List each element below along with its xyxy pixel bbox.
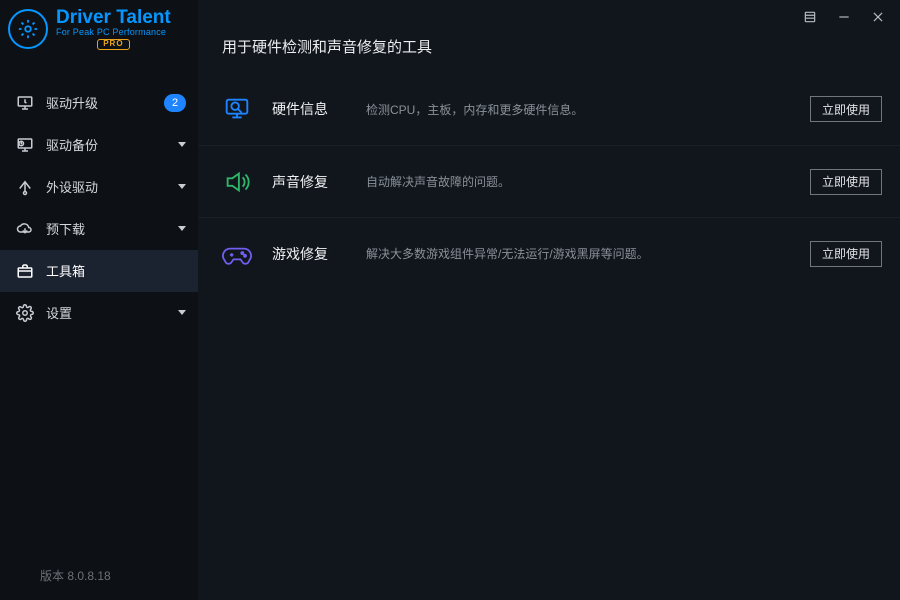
app-title: Driver Talent xyxy=(56,8,171,28)
tool-name: 游戏修复 xyxy=(256,244,366,264)
tool-name: 声音修复 xyxy=(256,172,366,192)
sidebar: Driver Talent For Peak PC Performance PR… xyxy=(0,0,198,600)
menu-icon xyxy=(803,10,817,24)
minimize-icon xyxy=(837,10,851,24)
chevron-down-icon xyxy=(178,142,186,147)
tool-action-button[interactable]: 立即使用 xyxy=(810,96,882,122)
sidebar-item-label: 驱动升级 xyxy=(46,93,152,112)
sidebar-item-predownload[interactable]: 预下载 xyxy=(0,208,198,250)
sidebar-item-label: 驱动备份 xyxy=(46,135,166,154)
sound-fix-icon xyxy=(218,163,256,201)
tool-desc: 检测CPU，主板，内存和更多硬件信息。 xyxy=(366,101,810,118)
tool-row-hardware-info: 硬件信息 检测CPU，主板，内存和更多硬件信息。 立即使用 xyxy=(198,73,900,145)
menu-button[interactable] xyxy=(802,9,818,25)
gear-icon xyxy=(16,304,34,322)
sidebar-item-label: 工具箱 xyxy=(46,261,186,280)
app-subtitle: For Peak PC Performance xyxy=(56,28,171,37)
game-fix-icon xyxy=(218,235,256,273)
tool-desc: 自动解决声音故障的问题。 xyxy=(366,173,810,190)
close-button[interactable] xyxy=(870,9,886,25)
pro-badge: PRO xyxy=(97,39,129,49)
app-logo: Driver Talent For Peak PC Performance PR… xyxy=(0,0,198,54)
clock-backup-icon xyxy=(16,136,34,154)
tool-action-button[interactable]: 立即使用 xyxy=(810,169,882,195)
chevron-down-icon xyxy=(178,226,186,231)
monitor-refresh-icon xyxy=(16,94,34,112)
update-count-badge: 2 xyxy=(164,94,186,112)
sidebar-item-settings[interactable]: 设置 xyxy=(0,292,198,334)
close-icon xyxy=(871,10,885,24)
gear-icon xyxy=(17,18,39,40)
version-label: 版本 8.0.8.18 xyxy=(0,567,198,600)
tool-desc: 解决大多数游戏组件异常/无法运行/游戏黑屏等问题。 xyxy=(366,245,810,262)
tool-row-sound-fix: 声音修复 自动解决声音故障的问题。 立即使用 xyxy=(198,145,900,217)
tools-list: 硬件信息 检测CPU，主板，内存和更多硬件信息。 立即使用 声音修复 自动解决声… xyxy=(198,69,900,289)
main-panel: 用于硬件检测和声音修复的工具 硬件信息 检测CPU，主板，内存和更多硬件信息。 … xyxy=(198,0,900,600)
sidebar-nav: 驱动升级 2 驱动备份 外设驱动 xyxy=(0,82,198,334)
chevron-down-icon xyxy=(178,184,186,189)
tool-name: 硬件信息 xyxy=(256,99,366,119)
sidebar-item-label: 外设驱动 xyxy=(46,177,166,196)
tool-action-button[interactable]: 立即使用 xyxy=(810,241,882,267)
hardware-info-icon xyxy=(218,90,256,128)
app-logo-text: Driver Talent For Peak PC Performance PR… xyxy=(56,8,171,50)
sidebar-item-label: 预下载 xyxy=(46,219,166,238)
sidebar-item-peripheral-driver[interactable]: 外设驱动 xyxy=(0,166,198,208)
app-logo-icon xyxy=(8,9,48,49)
chevron-down-icon xyxy=(178,310,186,315)
sidebar-item-label: 设置 xyxy=(46,303,166,322)
usb-icon xyxy=(16,178,34,196)
toolbox-icon xyxy=(16,262,34,280)
sidebar-item-driver-update[interactable]: 驱动升级 2 xyxy=(0,82,198,124)
window-controls xyxy=(802,0,900,28)
tool-row-game-fix: 游戏修复 解决大多数游戏组件异常/无法运行/游戏黑屏等问题。 立即使用 xyxy=(198,217,900,289)
page-title: 用于硬件检测和声音修复的工具 xyxy=(198,18,900,69)
sidebar-item-driver-backup[interactable]: 驱动备份 xyxy=(0,124,198,166)
cloud-download-icon xyxy=(16,220,34,238)
sidebar-item-toolbox[interactable]: 工具箱 xyxy=(0,250,198,292)
minimize-button[interactable] xyxy=(836,9,852,25)
